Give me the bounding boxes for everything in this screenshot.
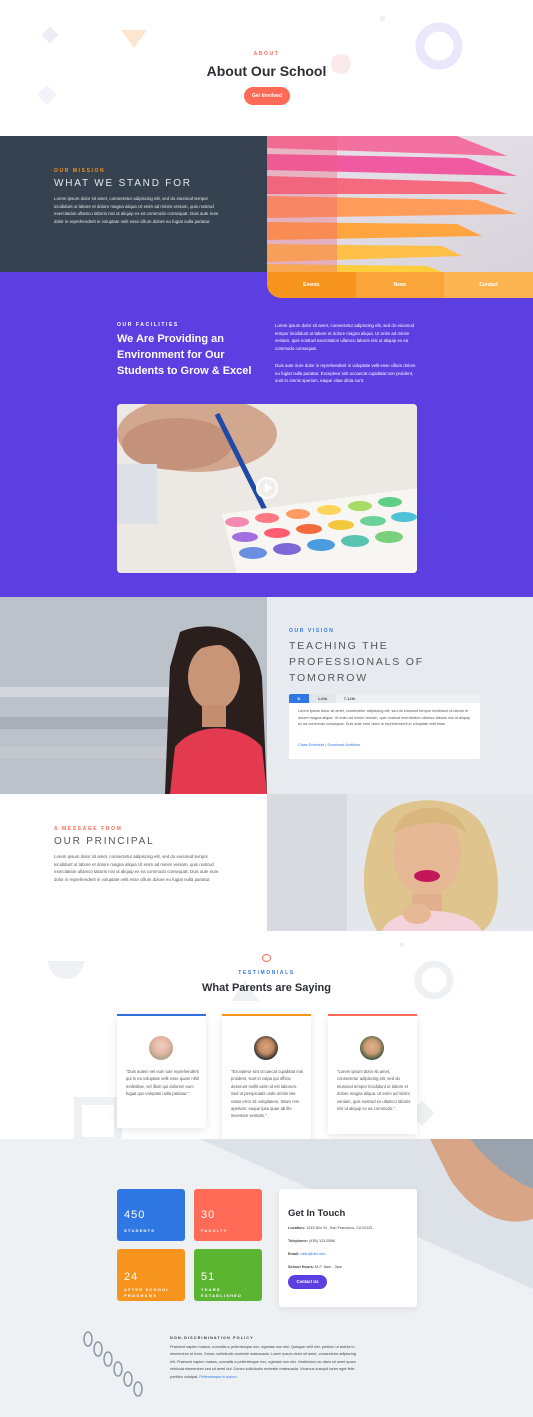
facilities-title-line: We Are Providing an [117,333,224,345]
policy-text: Praesent sapien massa, convallis a pelle… [170,1345,357,1379]
testimonial-card: "Duis autem vel eum iure reprehenderit q… [117,1014,206,1128]
get-involved-button[interactable]: Get Involved [244,87,290,105]
tab-contact[interactable]: Contact [444,272,533,298]
grade-tabs: K 1-6th 7-12th [289,694,480,703]
vision-section: OUR VISION TEACHING THE PROFESSIONALS OF… [0,597,533,794]
testimonials-title: What Parents are Saying [202,982,331,994]
principal-title: OUR PRINCIPAL [54,836,155,847]
stat-students: 450 STUDENTS [117,1189,185,1241]
policy-block: NON-DISCRIMINATION POLICY Praesent sapie… [170,1336,363,1381]
hours-value: M-F: 8am - 3pm [315,1265,343,1269]
contact-phone: Telephone: (435) 123-5566 [288,1239,335,1243]
avatar [360,1036,384,1060]
stat-faculty: 30 FACULTY [194,1189,262,1241]
location-label: Location: [288,1226,306,1230]
contact-us-button[interactable]: Contact Us [288,1275,327,1289]
testimonial-card: "Excepteur sint occaecat cupidatat non p… [222,1014,311,1139]
mission-title: WHAT WE STAND FOR [54,178,192,189]
contact-location: Location: 1245 Divi St., San Francisco, … [288,1226,373,1230]
play-button[interactable] [256,477,278,499]
testimonial-quote: "Excepteur sint occaecat cupidatat non p… [231,1069,304,1119]
stat-label: FACULTY [201,1228,228,1233]
page-title: About Our School [206,63,327,79]
principal-eyebrow: A MESSAGE FROM [54,826,123,832]
principal-photo [267,794,533,931]
vision-title: TEACHING THE PROFESSIONALS OF TOMORROW [289,638,424,686]
facilities-body-1: Lorem ipsum dolor sit amet, consectetur … [275,323,415,351]
page: ABOUT About Our School Get Involved OUR … [0,0,533,1417]
schedule-links[interactable]: Class Schedule | Download Activities [298,743,360,747]
email-label: Email: [288,1252,300,1256]
pencils-illustration [267,136,517,272]
stat-years: 51 YEARS ESTABLISHED [194,1249,262,1301]
stat-number: 24 [124,1271,139,1283]
email-link[interactable]: hello@divi.edu [300,1252,325,1256]
mission-eyebrow: OUR MISSION [54,168,106,174]
stat-number: 51 [201,1271,216,1283]
testimonial-quote: "Lorem ipsum dolor sit amet, consectetur… [337,1069,411,1112]
facilities-title-line: Environment for Our [117,349,225,361]
colored-pencils-photo [267,136,533,272]
facilities-eyebrow: OUR FACILITIES [117,322,179,328]
policy-link[interactable]: Pellentesque in ipsum. [199,1375,237,1379]
student-girl-photo [0,597,267,794]
tab-k[interactable]: K [289,694,309,703]
stat-label: STUDENTS [124,1228,156,1233]
contact-hours: School Hours: M-F: 8am - 3pm [288,1265,342,1269]
facilities-title: We Are Providing an Environment for Our … [117,331,251,379]
mission-body: Lorem ipsum dolor sit amet, consectetur … [54,196,219,224]
location-value: 1245 Divi St., San Francisco, CA 92421 [306,1226,373,1230]
stat-label: YEARS ESTABLISHED [201,1287,243,1298]
facilities-body-2: Duis aute irure dolor in reprehenderit i… [275,363,416,384]
vision-title-line: PROFESSIONALS OF [289,656,424,668]
stat-label: AFTER SCHOOL PROGRAMS [124,1287,170,1298]
tab-7-12th[interactable]: 7-12th [336,694,363,703]
testimonial-card: "Lorem ipsum dolor sit amet, consectetur… [328,1014,417,1134]
phone-value: (435) 123-5566 [309,1239,335,1243]
vision-title-line: TEACHING THE [289,640,389,652]
chat-icon [262,954,271,962]
facilities-title-line: Students to Grow & Excel [117,365,252,377]
tab-1-6th[interactable]: 1-6th [309,694,336,703]
grade-tab-body: Lorem ipsum dolor sit amet, consectetur … [298,709,471,727]
avatar [254,1036,278,1060]
hours-label: School Hours: [288,1265,314,1269]
quick-links-tabs: Events News Contact [267,272,533,298]
stat-number: 450 [124,1209,146,1221]
contact-title: Get In Touch [288,1208,346,1219]
grade-tabs-panel: K 1-6th 7-12th Lorem ipsum dolor sit ame… [289,694,480,759]
girl-illustration [0,597,267,794]
contact-email: Email: hello@divi.edu [288,1252,325,1256]
stat-programs: 24 AFTER SCHOOL PROGRAMS [117,1249,185,1301]
stat-number: 30 [201,1209,216,1221]
hero-eyebrow: ABOUT [253,51,280,57]
avatar [149,1036,173,1060]
tab-news[interactable]: News [355,272,445,298]
hero-section: ABOUT About Our School Get Involved [0,0,533,136]
principal-body: Lorem ipsum dolor sit amet, consectetur … [54,854,219,882]
facilities-section: OUR FACILITIES We Are Providing an Envir… [0,272,533,597]
vision-eyebrow: OUR VISION [289,628,335,634]
play-icon [265,483,272,493]
testimonials-eyebrow: TESTIMONIALS [238,970,295,976]
painting-video[interactable] [117,404,417,573]
testimonials-section: TESTIMONIALS What Parents are Saying "Du… [0,931,533,1139]
testimonial-quote: "Duis autem vel eum iure reprehenderit q… [126,1069,199,1097]
vision-title-line: TOMORROW [289,672,368,684]
policy-body: Praesent sapien massa, convallis a pelle… [170,1344,363,1381]
contact-section: 450 STUDENTS 30 FACULTY 24 AFTER SCHOOL … [0,1139,533,1417]
phone-label: Telephone: [288,1239,308,1243]
principal-section: A MESSAGE FROM OUR PRINCIPAL Lorem ipsum… [0,794,533,931]
contact-card: Get In Touch Location: 1245 Divi St., Sa… [279,1189,417,1307]
tab-events[interactable]: Events [267,272,356,298]
policy-title: NON-DISCRIMINATION POLICY [170,1336,254,1340]
principal-illustration [267,794,533,931]
